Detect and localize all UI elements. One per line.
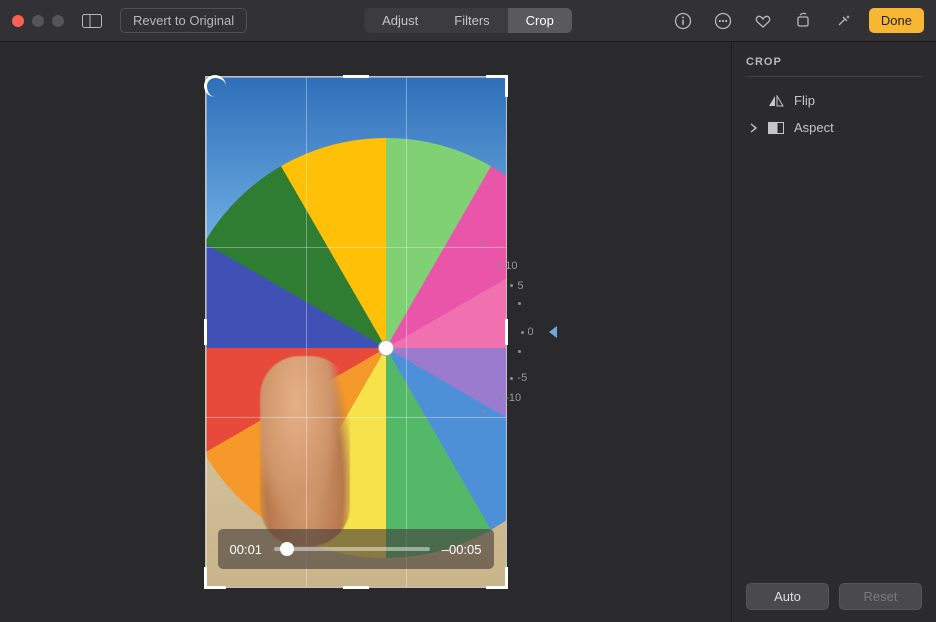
- crop-sidebar: CROP Flip Aspect Auto Reset: [731, 42, 936, 622]
- dial-tick: 0: [521, 326, 546, 338]
- dial-tick: -5: [510, 372, 535, 384]
- scrubber-track[interactable]: [274, 547, 430, 551]
- crop-handle-br[interactable]: [486, 567, 508, 589]
- scrubber-thumb[interactable]: [280, 542, 294, 556]
- flip-item[interactable]: Flip: [746, 87, 922, 114]
- toolbar-right: Done: [669, 8, 924, 33]
- rotation-dial[interactable]: 1050-5-10: [521, 217, 591, 447]
- flip-label: Flip: [794, 93, 815, 108]
- crop-handle-left[interactable]: [204, 319, 207, 345]
- remaining-time: –00:05: [442, 542, 482, 557]
- crop-handle-bottom[interactable]: [343, 586, 369, 589]
- close-window[interactable]: [12, 15, 24, 27]
- dial-tick: 5: [510, 280, 535, 292]
- flip-icon: [768, 95, 784, 107]
- sidebar-footer: Auto Reset: [746, 583, 922, 610]
- tab-adjust[interactable]: Adjust: [364, 8, 436, 33]
- crop-handle-tl[interactable]: [204, 75, 226, 97]
- done-button[interactable]: Done: [869, 8, 924, 33]
- dial-tick: 10: [498, 260, 523, 272]
- tab-crop[interactable]: Crop: [508, 8, 572, 33]
- chevron-right-icon: [748, 123, 758, 133]
- elapsed-time: 00:01: [230, 542, 263, 557]
- minimize-window[interactable]: [32, 15, 44, 27]
- maximize-window[interactable]: [52, 15, 64, 27]
- crop-handle-top[interactable]: [343, 75, 369, 78]
- dial-tick: [482, 410, 507, 413]
- aspect-label: Aspect: [794, 120, 834, 135]
- tab-filters[interactable]: Filters: [436, 8, 507, 33]
- more-icon[interactable]: [709, 9, 737, 33]
- rotate-icon[interactable]: [789, 9, 817, 33]
- aspect-item[interactable]: Aspect: [746, 114, 922, 141]
- edit-mode-tabs: Adjust Filters Crop: [364, 8, 572, 33]
- photo-preview: [206, 77, 506, 587]
- revert-label: Revert to Original: [133, 13, 234, 28]
- dial-indicator-icon: [549, 326, 557, 338]
- sidebar-toggle-icon[interactable]: [78, 9, 106, 33]
- canvas-area: 00:01 –00:05 1050-5-10: [0, 42, 731, 622]
- crop-handle-bl[interactable]: [204, 567, 226, 589]
- auto-button[interactable]: Auto: [746, 583, 829, 610]
- dial-tick: -10: [498, 392, 523, 404]
- toolbar: Revert to Original Adjust Filters Crop D…: [0, 0, 936, 42]
- dial-tick: [482, 242, 507, 245]
- autoenhance-icon[interactable]: [829, 9, 857, 33]
- crop-handle-tr[interactable]: [486, 75, 508, 97]
- reset-button[interactable]: Reset: [839, 583, 922, 610]
- dial-tick: [518, 350, 543, 353]
- revert-button[interactable]: Revert to Original: [120, 8, 247, 33]
- main-area: 00:01 –00:05 1050-5-10 CROP Flip: [0, 42, 936, 622]
- info-icon[interactable]: [669, 9, 697, 33]
- favorite-icon[interactable]: [749, 9, 777, 33]
- crop-frame[interactable]: 00:01 –00:05: [206, 77, 506, 587]
- window-controls: [12, 15, 64, 27]
- dial-tick: [518, 302, 543, 305]
- aspect-icon: [768, 122, 784, 134]
- crop-handle-right[interactable]: [505, 319, 508, 345]
- video-scrubber[interactable]: 00:01 –00:05: [218, 529, 494, 569]
- sidebar-title: CROP: [746, 56, 922, 77]
